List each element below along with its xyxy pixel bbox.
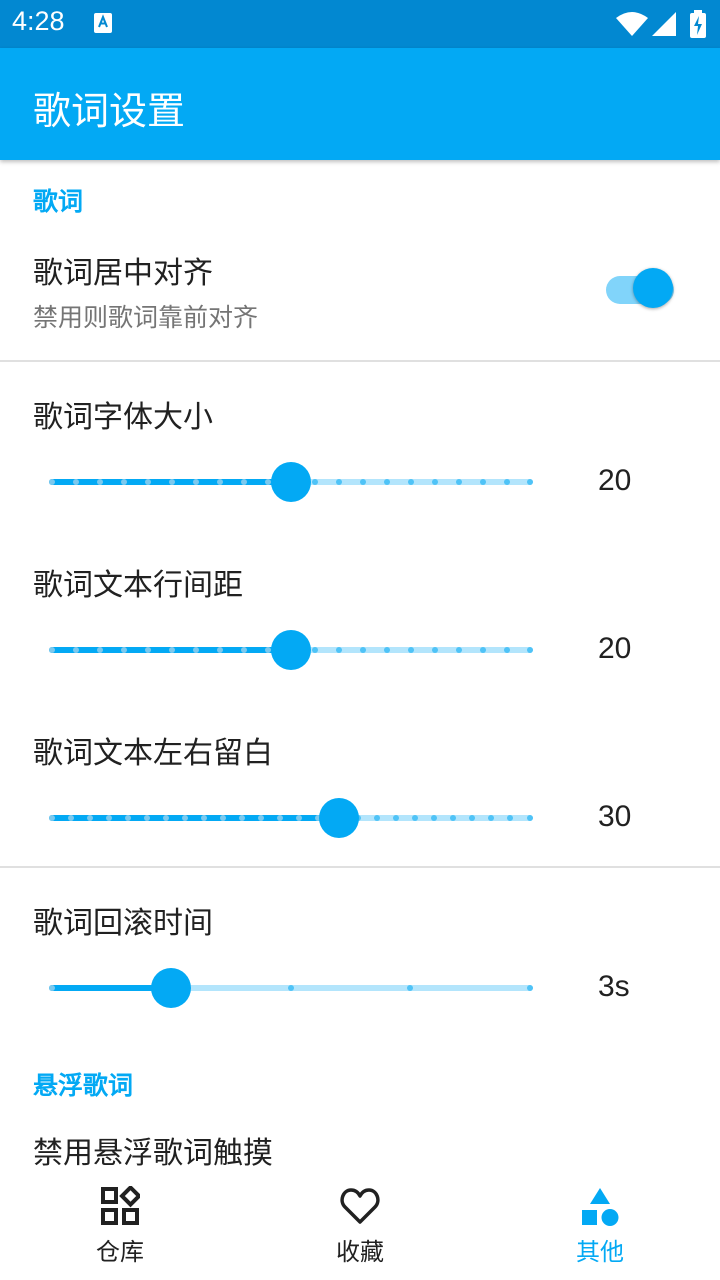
- rollback-time-value: 3s: [598, 970, 630, 1003]
- nav-item-favorites[interactable]: 收藏: [240, 1176, 480, 1280]
- slider-thumb: [271, 630, 311, 670]
- battery-icon: [690, 10, 706, 38]
- rollback-time-slider[interactable]: [40, 964, 540, 1012]
- bottom-navigation: 仓库 收藏 其他: [0, 1176, 720, 1280]
- side-padding-value: 30: [598, 800, 632, 833]
- slider-thumb: [319, 798, 359, 838]
- center-align-switch[interactable]: [606, 268, 676, 312]
- pref-center-align-title: 歌词居中对齐: [33, 256, 213, 291]
- app-bar: 歌词设置: [0, 48, 720, 160]
- nav-label-favorites: 收藏: [336, 1238, 384, 1266]
- slider-thumb: [271, 462, 311, 502]
- wifi-icon: [616, 12, 648, 36]
- nav-item-library[interactable]: 仓库: [0, 1176, 240, 1280]
- heart-icon: [340, 1188, 380, 1224]
- font-size-slider[interactable]: [40, 458, 540, 506]
- pref-disable-touch-title: 禁用悬浮歌词触摸: [33, 1136, 273, 1171]
- nav-item-other[interactable]: 其他: [480, 1176, 720, 1280]
- divider: [0, 360, 720, 362]
- signal-icon: [652, 12, 676, 36]
- status-time: 4:28: [12, 6, 65, 36]
- keyboard-notification-icon: [94, 13, 112, 33]
- section-header-lyrics: 歌词: [33, 187, 84, 216]
- pref-line-spacing-title: 歌词文本行间距: [33, 568, 243, 603]
- shapes-icon: [582, 1188, 619, 1226]
- nav-label-other: 其他: [576, 1238, 624, 1266]
- library-icon: [101, 1186, 140, 1225]
- status-bar: 4:28: [0, 0, 720, 48]
- section-header-floating-lyrics: 悬浮歌词: [33, 1071, 134, 1100]
- line-spacing-value: 20: [598, 632, 632, 665]
- slider-thumb: [151, 968, 191, 1008]
- pref-side-padding-title: 歌词文本左右留白: [33, 736, 273, 771]
- switch-thumb: [633, 268, 673, 308]
- line-spacing-slider[interactable]: [40, 626, 540, 674]
- side-padding-slider[interactable]: [40, 794, 540, 842]
- pref-font-size-title: 歌词字体大小: [33, 400, 213, 435]
- divider: [0, 866, 720, 868]
- settings-list[interactable]: 歌词 歌词居中对齐 禁用则歌词靠前对齐 歌词字体大小 20 歌词文本行间距 20…: [0, 160, 720, 1176]
- page-title: 歌词设置: [33, 89, 186, 133]
- nav-label-library: 仓库: [96, 1238, 144, 1266]
- pref-center-align-summary: 禁用则歌词靠前对齐: [33, 303, 259, 332]
- font-size-value: 20: [598, 464, 632, 497]
- pref-rollback-time-title: 歌词回滚时间: [33, 906, 213, 941]
